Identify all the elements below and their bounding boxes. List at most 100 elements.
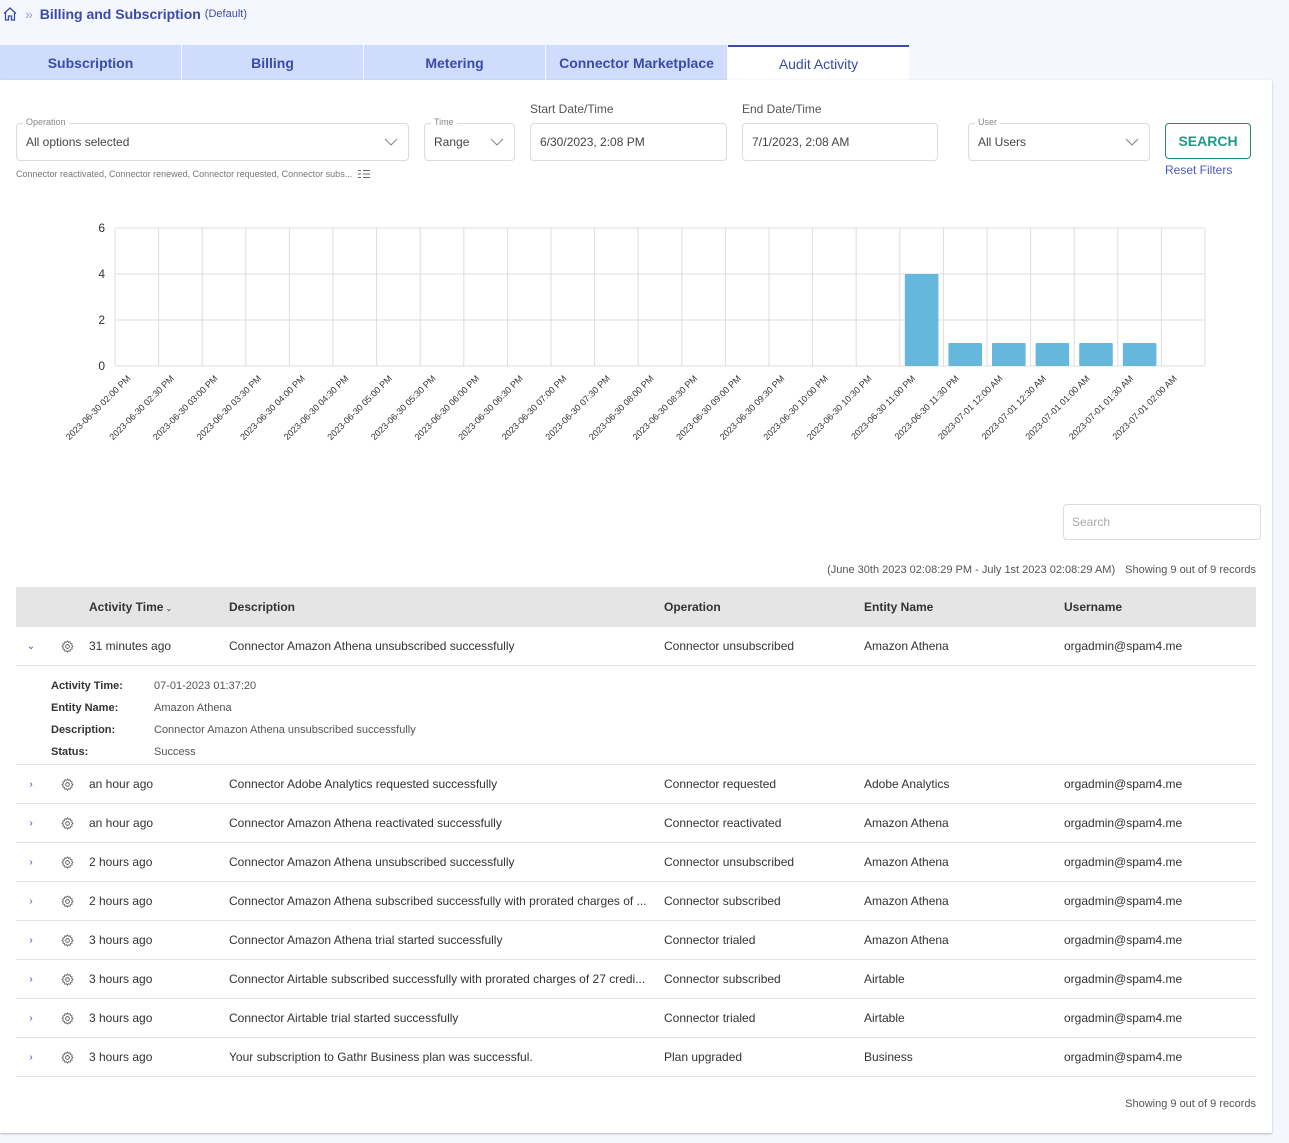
list-icon[interactable]: [358, 169, 371, 179]
cell-username: orgadmin@spam4.me: [1064, 1011, 1183, 1025]
chevron-right-icon[interactable]: ›: [16, 974, 46, 985]
start-date-input[interactable]: 6/30/2023, 2:08 PM: [530, 123, 727, 161]
cell-entity-name: Amazon Athena: [864, 639, 949, 653]
cell-username: orgadmin@spam4.me: [1064, 972, 1183, 986]
operation-summary: Connector reactivated, Connector renewed…: [16, 169, 371, 179]
chevron-down-icon: [490, 138, 504, 146]
operation-legend: Operation: [23, 117, 69, 127]
y-tick-label: 2: [98, 313, 105, 327]
detail-line-description: Description: Connector Amazon Athena unsu…: [16, 719, 1256, 741]
cell-activity-time: 3 hours ago: [89, 1050, 153, 1064]
gear-icon: [46, 933, 89, 947]
user-select[interactable]: User All Users: [968, 117, 1150, 161]
operation-select[interactable]: Operation All options selected: [16, 117, 409, 161]
chevron-down-icon[interactable]: ⌄: [16, 641, 46, 652]
table-row[interactable]: › an hour ago Connector Adobe Analytics re…: [16, 765, 1256, 804]
gear-icon: [46, 777, 89, 791]
sort-down-icon[interactable]: ⌄: [165, 604, 172, 613]
table-row[interactable]: › 3 hours ago Connector Airtable subscribe…: [16, 960, 1256, 999]
tab-connector-marketplace[interactable]: Connector Marketplace: [546, 45, 727, 80]
cell-description: Connector Amazon Athena reactivated succ…: [229, 816, 502, 830]
cell-description: Connector Amazon Athena subscribed succe…: [229, 894, 647, 908]
cell-activity-time: 31 minutes ago: [89, 639, 172, 653]
cell-operation: Connector subscribed: [664, 894, 781, 908]
page-title[interactable]: Billing and Subscription: [40, 6, 201, 22]
chevron-right-icon[interactable]: ›: [16, 779, 46, 790]
record-count: Showing 9 out of 9 records: [1125, 564, 1256, 576]
header-entity-name[interactable]: Entity Name: [864, 600, 1064, 614]
cell-entity-name: Airtable: [864, 1011, 905, 1025]
y-tick-label: 4: [98, 267, 105, 281]
header-username[interactable]: Username: [1064, 600, 1256, 614]
tab-billing[interactable]: Billing: [182, 45, 363, 80]
cell-activity-time: 3 hours ago: [89, 972, 153, 986]
detail-line-entity: Entity Name: Amazon Athena: [16, 697, 1256, 719]
tab-label: Billing: [251, 54, 294, 71]
tab-subscription[interactable]: Subscription: [0, 45, 181, 80]
cell-username: orgadmin@spam4.me: [1064, 777, 1183, 791]
cell-username: orgadmin@spam4.me: [1064, 933, 1183, 947]
detail-line-time: Activity Time: 07-01-2023 01:37:20: [16, 675, 1256, 697]
header-operation[interactable]: Operation: [664, 600, 864, 614]
cell-username: orgadmin@spam4.me: [1064, 894, 1183, 908]
detail-line-status: Status: Success: [16, 741, 1256, 763]
header-activity-time[interactable]: Activity Time ⌄: [89, 600, 229, 614]
chevron-right-icon[interactable]: ›: [16, 896, 46, 907]
table-row[interactable]: › an hour ago Connector Amazon Athena reac…: [16, 804, 1256, 843]
cell-username: orgadmin@spam4.me: [1064, 1050, 1183, 1064]
chevron-right-icon[interactable]: ›: [16, 818, 46, 829]
search-button[interactable]: SEARCH: [1165, 123, 1251, 159]
table-row[interactable]: ⌄ 31 minutes ago Connector Amazon Athena u…: [16, 627, 1256, 666]
chevron-right-icon[interactable]: ›: [16, 1013, 46, 1024]
table-row[interactable]: › 3 hours ago Connector Airtable trial sta…: [16, 999, 1256, 1038]
footer-record-count: Showing 9 out of 9 records: [1125, 1098, 1256, 1110]
table-row[interactable]: › 2 hours ago Connector Amazon Athena unsu…: [16, 843, 1256, 882]
bar: [1122, 343, 1157, 366]
bar: [904, 274, 939, 366]
double-chevron-right-icon: »: [25, 6, 33, 22]
home-icon[interactable]: [2, 6, 18, 22]
date-range-text: (June 30th 2023 02:08:29 PM - July 1st 2…: [827, 564, 1116, 576]
cell-description: Connector Amazon Athena unsubscribed suc…: [229, 639, 515, 653]
cell-description: Connector Airtable subscribed successful…: [229, 972, 646, 986]
bar: [948, 343, 982, 366]
cell-operation: Connector trialed: [664, 933, 756, 947]
time-legend: Time: [431, 117, 457, 127]
cell-description: Your subscription to Gathr Business plan…: [229, 1050, 533, 1064]
bar: [1079, 343, 1113, 366]
cell-username: orgadmin@spam4.me: [1064, 816, 1183, 830]
cell-description: Connector Adobe Analytics requested succ…: [229, 777, 498, 791]
audit-activity-panel: Operation All options selected Connector…: [0, 80, 1272, 1133]
cell-entity-name: Airtable: [864, 972, 905, 986]
gear-icon: [46, 972, 89, 986]
cell-operation: Connector reactivated: [664, 816, 782, 830]
end-date-input[interactable]: 7/1/2023, 2:08 AM: [742, 123, 938, 161]
tab-audit-activity[interactable]: Audit Activity: [728, 45, 909, 80]
cell-entity-name: Adobe Analytics: [864, 777, 950, 791]
cell-entity-name: Business: [864, 1050, 913, 1064]
chevron-right-icon[interactable]: ›: [16, 857, 46, 868]
table-row[interactable]: › 3 hours ago Connector Amazon Athena tria…: [16, 921, 1256, 960]
row-detail-panel: Activity Time: 07-01-2023 01:37:20 Entity …: [16, 666, 1256, 765]
cell-operation: Plan upgraded: [664, 1050, 743, 1064]
bar: [1035, 343, 1070, 366]
cell-operation: Connector unsubscribed: [664, 855, 795, 869]
page-subtitle: (Default): [204, 8, 247, 20]
table-search-input[interactable]: [1063, 504, 1261, 540]
header-description[interactable]: Description: [229, 600, 664, 614]
cell-description: Connector Amazon Athena trial started su…: [229, 933, 503, 947]
cell-username: orgadmin@spam4.me: [1064, 639, 1183, 653]
tab-label: Connector Marketplace: [559, 54, 714, 71]
operation-summary-text: Connector reactivated, Connector renewed…: [16, 169, 353, 179]
table-row[interactable]: › 2 hours ago Connector Amazon Athena subs…: [16, 882, 1256, 921]
chevron-right-icon[interactable]: ›: [16, 1052, 46, 1063]
cell-activity-time: 2 hours ago: [89, 894, 153, 908]
time-value: Range: [434, 135, 470, 149]
reset-filters-link[interactable]: Reset Filters: [1165, 163, 1232, 177]
time-select[interactable]: Time Range: [424, 117, 515, 161]
tab-metering[interactable]: Metering: [364, 45, 545, 80]
cell-activity-time: an hour ago: [89, 777, 154, 791]
table-row[interactable]: › 3 hours ago Your subscription to Gathr B…: [16, 1038, 1256, 1077]
chevron-right-icon[interactable]: ›: [16, 935, 46, 946]
header-label: Activity Time: [89, 600, 164, 614]
